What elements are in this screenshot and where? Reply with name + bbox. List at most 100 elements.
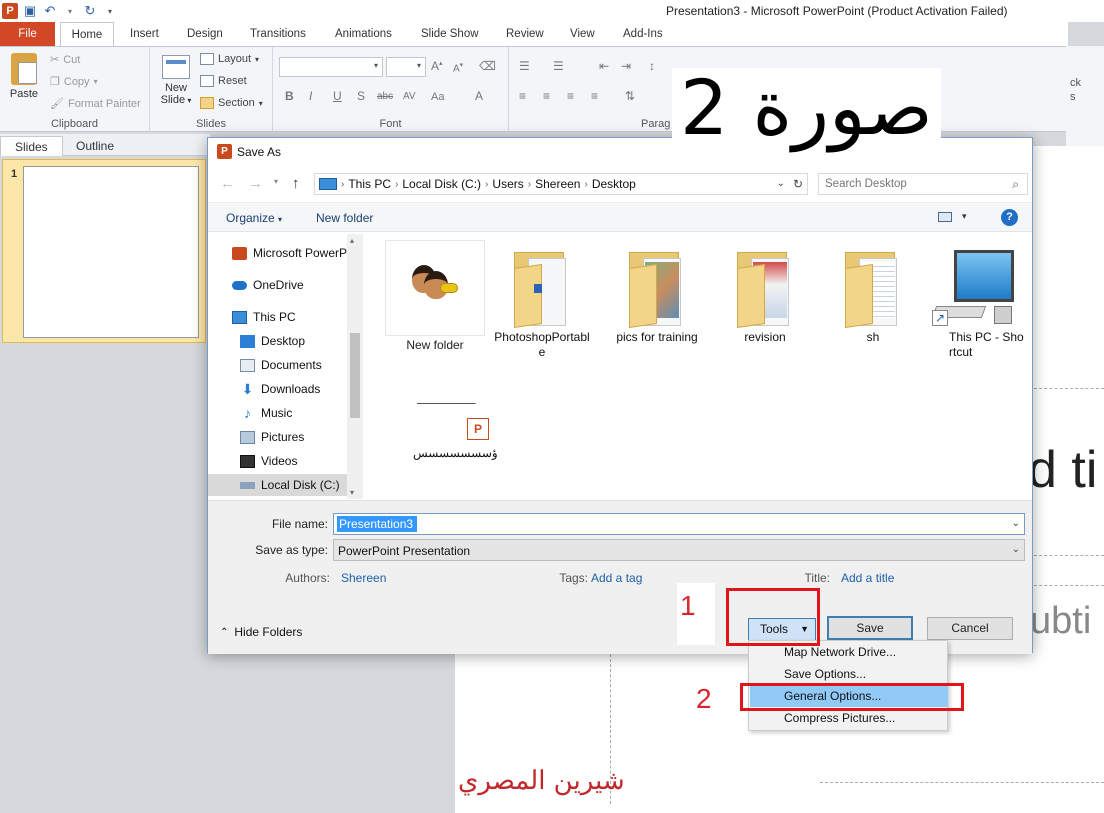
new-slide-button[interactable]: New Slide ▾	[156, 55, 196, 107]
reset-button[interactable]: Reset	[200, 75, 247, 87]
increase-indent-icon[interactable]: ⇥	[621, 59, 631, 73]
align-right-icon[interactable]: ≡	[567, 89, 574, 103]
clear-formatting-icon[interactable]: ⌫	[479, 59, 496, 73]
slide-thumbnail-selected[interactable]: 1	[2, 159, 206, 343]
shrink-font-icon[interactable]: A▾	[453, 61, 463, 74]
tab-design[interactable]: Design	[179, 22, 231, 46]
forward-arrow-icon[interactable]: →	[248, 175, 263, 192]
nav-item-downloads[interactable]: ⬇ Downloads	[208, 378, 347, 400]
character-spacing-button[interactable]: AV	[403, 91, 416, 102]
menu-item-compress-pictures[interactable]: Compress Pictures...	[750, 708, 948, 729]
chevron-down-icon[interactable]: ⌄	[1012, 518, 1020, 529]
save-as-type-select[interactable]: PowerPoint Presentation ⌄	[333, 539, 1025, 561]
cancel-button[interactable]: Cancel	[927, 617, 1013, 640]
font-size-combo[interactable]: ▾	[386, 57, 426, 77]
subtitle-placeholder-text[interactable]: ubti	[1030, 600, 1091, 643]
save-button[interactable]: Save	[827, 616, 913, 640]
menu-item-save-options[interactable]: Save Options...	[750, 664, 948, 685]
font-color-button[interactable]: A	[475, 89, 483, 103]
redo-icon[interactable]: ↻	[82, 3, 98, 19]
tab-file[interactable]: File	[0, 22, 55, 46]
nav-item-documents[interactable]: Documents	[208, 354, 347, 376]
scroll-down-icon[interactable]: ▾	[350, 488, 354, 497]
align-center-icon[interactable]: ≡	[543, 89, 550, 103]
title-placeholder-text[interactable]: d ti	[1028, 440, 1097, 500]
tab-review[interactable]: Review	[498, 22, 552, 46]
tab-animations[interactable]: Animations	[327, 22, 400, 46]
grow-font-icon[interactable]: A▴	[431, 59, 443, 73]
layout-button[interactable]: Layout ▾	[200, 53, 259, 65]
customize-toolbar-icon[interactable]: ▾	[102, 3, 118, 19]
numbering-icon[interactable]: ☰	[553, 59, 564, 73]
bullets-icon[interactable]: ☰	[519, 59, 530, 73]
chevron-down-icon[interactable]: ⌄	[777, 178, 785, 189]
chevron-down-icon[interactable]: ▾	[962, 211, 967, 222]
nav-item-onedrive[interactable]: OneDrive	[208, 274, 347, 296]
breadcrumb-this-pc[interactable]: This PC	[348, 177, 391, 191]
file-item-pptx[interactable]: ــــــــــــــــــــ P ؤسسسسسسس	[395, 396, 515, 466]
recent-locations-icon[interactable]: ▾	[274, 177, 278, 186]
file-item-sh[interactable]: sh	[823, 248, 923, 345]
breadcrumb-shereen[interactable]: Shereen	[535, 177, 580, 191]
nav-item-desktop[interactable]: Desktop	[208, 330, 347, 352]
tab-slides[interactable]: Slides	[0, 136, 63, 156]
nav-item-powerpoint[interactable]: Microsoft PowerP	[208, 242, 347, 264]
nav-item-music[interactable]: ♪ Music	[208, 402, 347, 424]
tab-home[interactable]: Home	[60, 22, 114, 46]
authors-value[interactable]: Shereen	[341, 571, 386, 585]
file-item-new-folder[interactable]	[385, 240, 485, 336]
format-painter-button[interactable]: 🖌 Format Painter	[50, 97, 141, 111]
nav-item-local-disk[interactable]: Local Disk (C:)	[208, 474, 347, 496]
tab-add-ins[interactable]: Add-Ins	[615, 22, 671, 46]
align-left-icon[interactable]: ≡	[519, 89, 526, 103]
tab-slide-show[interactable]: Slide Show	[413, 22, 487, 46]
powerpoint-app-icon[interactable]: P	[2, 3, 18, 19]
address-bar[interactable]: › This PC › Local Disk (C:) › Users › Sh…	[314, 173, 808, 195]
justify-icon[interactable]: ≡	[591, 89, 598, 103]
breadcrumb-users[interactable]: Users	[492, 177, 523, 191]
search-input[interactable]	[819, 174, 999, 194]
save-icon[interactable]: ▣	[22, 3, 38, 19]
strikethrough-button[interactable]: abc	[377, 91, 393, 102]
file-item-this-pc-shortcut[interactable]: ↗ This PC - Shortcut	[925, 248, 1025, 360]
text-direction-icon[interactable]: ⇅	[625, 89, 635, 103]
tab-transitions[interactable]: Transitions	[242, 22, 314, 46]
shadow-button[interactable]: S	[357, 89, 365, 103]
help-icon[interactable]: ?	[1001, 209, 1018, 226]
organize-button[interactable]: Organize ▾	[226, 211, 282, 225]
underline-button[interactable]: U	[333, 89, 342, 103]
add-tag-link[interactable]: Add a tag	[591, 571, 642, 585]
breadcrumb-local-disk[interactable]: Local Disk (C:)	[402, 177, 481, 191]
font-name-combo[interactable]: ▾	[279, 57, 383, 77]
tab-outline[interactable]: Outline	[62, 136, 128, 156]
breadcrumb-desktop[interactable]: Desktop	[592, 177, 636, 191]
tab-insert[interactable]: Insert	[122, 22, 167, 46]
view-options-icon[interactable]	[938, 212, 952, 222]
paste-button[interactable]: Paste	[6, 53, 42, 100]
scroll-up-icon[interactable]: ▴	[350, 236, 354, 245]
add-title-link[interactable]: Add a title	[841, 571, 894, 585]
file-item-revision[interactable]: revision	[715, 248, 815, 345]
decrease-indent-icon[interactable]: ⇤	[599, 59, 609, 73]
up-arrow-icon[interactable]: ↑	[292, 175, 300, 192]
italic-button[interactable]: I	[309, 89, 312, 103]
copy-button[interactable]: ❐ Copy ▾	[50, 75, 98, 89]
hide-folders-button[interactable]: ⌃ Hide Folders	[220, 625, 302, 639]
section-button[interactable]: Section ▾	[200, 97, 263, 109]
tab-view[interactable]: View	[562, 22, 603, 46]
navigation-scrollbar-thumb[interactable]	[350, 333, 360, 418]
file-name-field[interactable]: ⌄	[333, 513, 1025, 535]
nav-item-this-pc[interactable]: This PC	[208, 306, 347, 328]
refresh-icon[interactable]: ↻	[793, 177, 803, 191]
line-spacing-icon[interactable]: ↕	[649, 59, 655, 73]
slide-thumbnail[interactable]	[23, 166, 199, 338]
dropdown-arrow-icon[interactable]: ▾	[62, 3, 78, 19]
nav-item-videos[interactable]: Videos	[208, 450, 347, 472]
bold-button[interactable]: B	[285, 89, 294, 103]
undo-icon[interactable]: ↶	[42, 3, 58, 19]
back-arrow-icon[interactable]: ←	[220, 175, 235, 192]
cut-button[interactable]: ✂ Cut	[50, 53, 80, 67]
file-name-input[interactable]	[337, 516, 417, 532]
file-item-photoshopportable[interactable]: PhotoshopPortable	[492, 248, 592, 360]
nav-item-pictures[interactable]: Pictures	[208, 426, 347, 448]
